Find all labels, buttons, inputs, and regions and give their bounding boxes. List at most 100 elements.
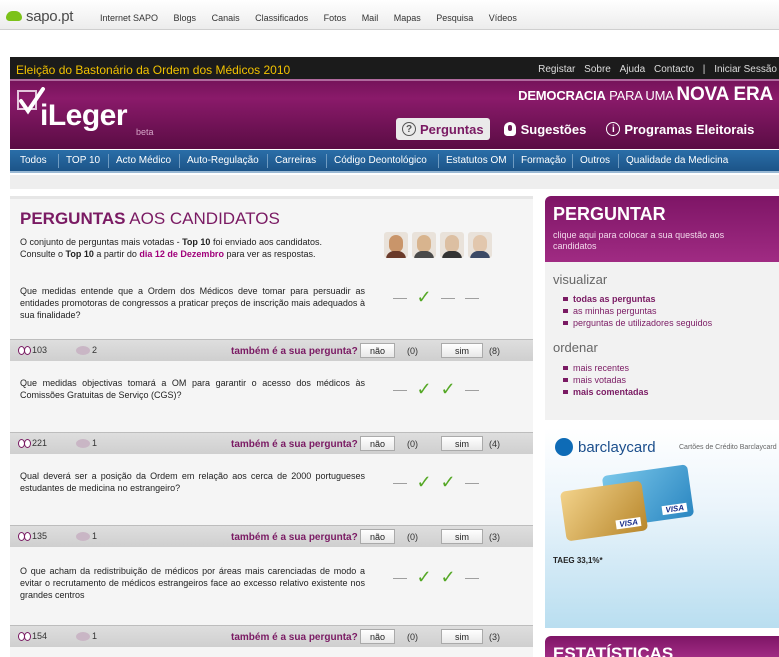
intro-part: para ver as respostas. — [223, 249, 316, 259]
no-answer-mark: — — [441, 289, 455, 305]
sapo-nav-mapas[interactable]: Mapas — [394, 13, 421, 23]
tab-perguntas[interactable]: ? Perguntas — [396, 118, 490, 140]
category-acto-medico[interactable]: Acto Médico — [116, 155, 171, 166]
statistics-box: ESTATÍSTICAS — [545, 636, 779, 657]
vote-no-button[interactable]: não — [360, 436, 395, 451]
sapo-nav-videos[interactable]: Vídeos — [489, 13, 517, 23]
category-top10[interactable]: TOP 10 — [66, 155, 100, 166]
category-codigo[interactable]: Código Deontológico — [334, 155, 427, 166]
candidate-photo[interactable] — [384, 232, 408, 258]
comment-count[interactable]: 1 — [76, 631, 97, 641]
vote-no-button[interactable]: não — [360, 629, 395, 644]
ask-subtitle: clique aqui para colocar a sua questão a… — [553, 230, 725, 251]
question-text[interactable]: Que medidas entende que a Ordem dos Médi… — [20, 285, 365, 321]
ileger-logo[interactable]: iLeger beta — [16, 85, 154, 137]
no-answer-mark: — — [465, 381, 479, 397]
vote-yes-button[interactable]: sim — [441, 529, 483, 544]
view-followed-questions-link[interactable]: perguntas de utilizadores seguidos — [562, 317, 712, 329]
question-actions-bar: 221 1 também é a sua pergunta? não (0) s… — [10, 432, 533, 454]
category-estatutos[interactable]: Estatutos OM — [446, 155, 507, 166]
ad-brand: barclaycard — [555, 438, 656, 456]
category-carreiras[interactable]: Carreiras — [275, 155, 316, 166]
view-heading: visualizar — [553, 272, 608, 287]
question-text[interactable]: O que acham da redistribuição de médicos… — [20, 565, 365, 601]
vote-no-button[interactable]: não — [360, 343, 395, 358]
sapo-nav-canais[interactable]: Canais — [212, 13, 240, 23]
comment-count-value: 1 — [92, 631, 98, 641]
login-link[interactable]: Iniciar Sessão — [714, 64, 777, 75]
info-icon: i — [606, 122, 621, 136]
question-actions-bar: 103 2 também é a sua pergunta? não (0) s… — [10, 339, 533, 361]
category-todos[interactable]: Todos — [20, 155, 47, 166]
sapo-nav-mail[interactable]: Mail — [362, 13, 379, 23]
comment-count[interactable]: 1 — [76, 438, 97, 448]
vote-yes-button[interactable]: sim — [441, 436, 483, 451]
vote-no-count: (0) — [407, 439, 418, 449]
view-count-value: 103 — [32, 345, 48, 355]
comment-count[interactable]: 2 — [76, 345, 97, 355]
candidate-answers: — ✓ ✓ — — [388, 473, 484, 491]
candidate-photo[interactable] — [412, 232, 436, 258]
site-header: Eleição do Bastonário da Ordem dos Médic… — [10, 57, 779, 149]
view-all-questions-link[interactable]: todas as perguntas — [562, 293, 712, 305]
lightbulb-icon — [503, 122, 516, 136]
statistics-title: ESTATÍSTICAS — [553, 644, 674, 657]
candidate-photos — [384, 232, 496, 258]
vote-no-button[interactable]: não — [360, 529, 395, 544]
candidate-photo[interactable] — [440, 232, 464, 258]
comment-icon — [76, 438, 90, 448]
eyes-icon — [18, 631, 31, 641]
view-count: 221 — [18, 438, 47, 448]
barclaycard-ad[interactable]: barclaycard Cartões de Crédito Barclayca… — [545, 428, 779, 628]
about-link[interactable]: Sobre — [584, 64, 611, 75]
sapo-nav-blogs[interactable]: Blogs — [174, 13, 197, 23]
election-title: Eleição do Bastonário da Ordem dos Médic… — [16, 63, 291, 77]
category-qualidade[interactable]: Qualidade da Medicina — [626, 155, 728, 166]
comment-count[interactable]: 1 — [76, 531, 97, 541]
question-text[interactable]: Que medidas objectivas tomará a OM para … — [20, 377, 365, 401]
register-link[interactable]: Registar — [538, 64, 575, 75]
beta-label: beta — [136, 127, 154, 137]
comment-icon — [76, 345, 90, 355]
ask-question-box[interactable]: PERGUNTAR clique aqui para colocar a sua… — [545, 196, 779, 262]
intro-top10-link[interactable]: Top 10 — [66, 249, 94, 259]
view-count-value: 135 — [32, 531, 48, 541]
check-icon: ✓ — [440, 472, 456, 492]
intro-part: a partir do — [93, 249, 140, 259]
category-outros[interactable]: Outros — [580, 155, 610, 166]
sapo-nav-pesquisa[interactable]: Pesquisa — [436, 13, 473, 23]
ask-title: PERGUNTAR — [553, 204, 666, 224]
slogan-part-2: PARA UMA — [605, 88, 677, 103]
also-your-question-label: também é a sua pergunta? — [231, 346, 358, 357]
questions-panel: PERGUNTAS AOS CANDIDATOS O conjunto de p… — [10, 196, 533, 657]
sapo-nav-fotos[interactable]: Fotos — [324, 13, 347, 23]
candidate-photo[interactable] — [468, 232, 492, 258]
sapo-logo-icon — [6, 11, 22, 21]
sapo-nav-internet[interactable]: Internet SAPO — [100, 13, 158, 23]
order-most-voted-link[interactable]: mais votadas — [563, 374, 649, 386]
category-formacao[interactable]: Formação — [521, 155, 566, 166]
question-text[interactable]: Qual deverá ser a posição da Ordem em re… — [20, 470, 365, 494]
order-recent-link[interactable]: mais recentes — [563, 362, 649, 374]
category-auto-regulacao[interactable]: Auto-Regulação — [187, 155, 259, 166]
view-my-questions-link[interactable]: as minhas perguntas — [562, 305, 712, 317]
vote-yes-button[interactable]: sim — [441, 343, 483, 358]
category-separator — [572, 154, 573, 168]
sapo-nav-classificados[interactable]: Classificados — [255, 13, 308, 23]
tab-sugestoes[interactable]: Sugestões — [498, 118, 593, 140]
help-link[interactable]: Ajuda — [620, 64, 646, 75]
category-separator — [267, 154, 268, 168]
header-tabs: ? Perguntas Sugestões i Programas Eleitora… — [396, 118, 768, 140]
no-answer-mark: — — [465, 289, 479, 305]
question-actions-bar: 135 1 também é a sua pergunta? não (0) s… — [10, 525, 533, 547]
candidate-answers: — ✓ ✓ — — [388, 568, 484, 586]
vote-yes-count: (3) — [489, 632, 500, 642]
contact-link[interactable]: Contacto — [654, 64, 694, 75]
view-options: todas as perguntas as minhas perguntas p… — [562, 293, 712, 329]
tab-programas[interactable]: i Programas Eleitorais — [600, 118, 760, 140]
vote-yes-button[interactable]: sim — [441, 629, 483, 644]
sapo-logo[interactable]: sapo.pt — [6, 8, 73, 25]
order-most-commented-link[interactable]: mais comentadas — [563, 386, 649, 398]
no-answer-mark: — — [393, 474, 407, 490]
intro-top10-link[interactable]: Top 10 — [182, 237, 210, 247]
